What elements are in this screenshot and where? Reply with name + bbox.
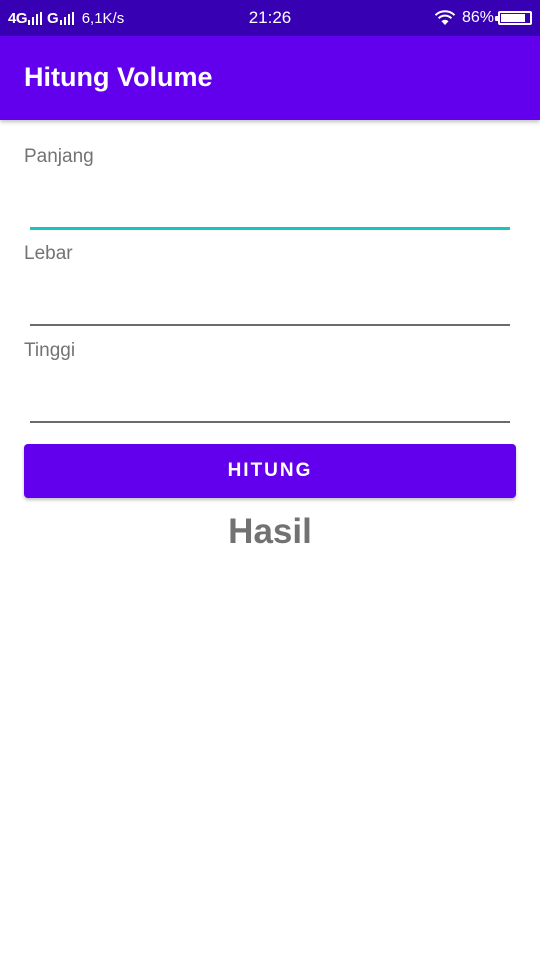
height-label: Tinggi: [24, 340, 76, 361]
battery-icon: [495, 11, 532, 25]
length-underline: [30, 227, 510, 230]
width-label: Lebar: [24, 243, 73, 264]
length-field: Panjang: [24, 146, 516, 234]
app-bar: Hitung Volume: [0, 36, 540, 120]
app-screen: 4G G 6,1K/s 21:26 86% Hitung Volume Panj…: [0, 0, 540, 960]
battery-level-fill: [501, 14, 526, 22]
battery-percent: 86%: [461, 9, 494, 26]
height-field: Tinggi: [24, 340, 516, 428]
status-right: 86%: [434, 7, 532, 29]
result-text: Hasil: [228, 512, 312, 551]
height-underline: [30, 421, 510, 423]
calculate-button[interactable]: HITUNG: [24, 444, 516, 498]
length-input[interactable]: [30, 182, 510, 220]
app-title: Hitung Volume: [24, 62, 213, 92]
width-field: Lebar: [24, 243, 516, 331]
width-underline: [30, 324, 510, 326]
width-input[interactable]: [30, 279, 510, 317]
wifi-icon: [434, 10, 456, 25]
status-bar: 4G G 6,1K/s 21:26 86%: [0, 0, 540, 36]
height-input[interactable]: [30, 376, 510, 414]
length-label: Panjang: [24, 146, 94, 167]
